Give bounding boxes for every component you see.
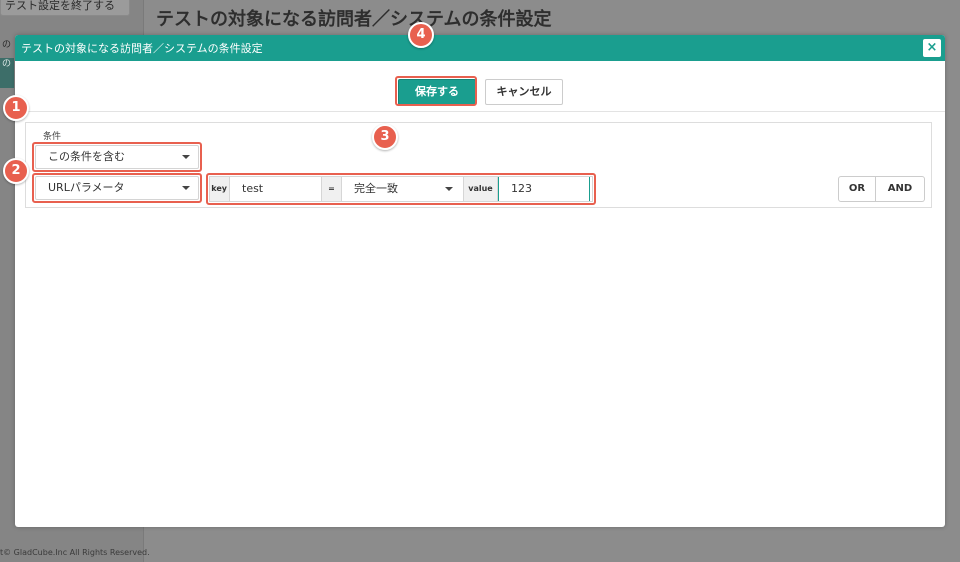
highlight-box-4 xyxy=(395,76,477,106)
condition-section-label: 条件 xyxy=(43,132,62,142)
page-title: テストの対象になる訪問者／システムの条件設定 xyxy=(156,9,552,30)
annotation-marker-1: 1 xyxy=(3,95,29,121)
annotation-marker-4: 4 xyxy=(408,22,434,48)
close-icon[interactable]: × xyxy=(923,39,941,57)
modal-title: テストの対象になる訪問者／システムの条件設定 xyxy=(21,42,263,55)
and-button[interactable]: AND xyxy=(876,176,925,202)
or-button[interactable]: OR xyxy=(838,176,876,202)
sidebar-active-item[interactable]: の xyxy=(0,58,14,88)
highlight-box-1 xyxy=(32,142,202,172)
annotation-marker-3: 3 xyxy=(372,124,398,150)
copyright-text: t© GladCube.Inc All Rights Reserved. xyxy=(0,548,150,557)
highlight-box-2 xyxy=(32,173,202,203)
modal-header: テストの対象になる訪問者／システムの条件設定 × xyxy=(15,35,945,61)
condition-settings-modal: テストの対象になる訪問者／システムの条件設定 × 保存する キャンセル 条件 こ… xyxy=(15,35,945,527)
cancel-button[interactable]: キャンセル xyxy=(485,79,563,105)
highlight-box-3 xyxy=(206,173,596,205)
end-test-button[interactable]: テスト設定を終了する xyxy=(0,0,130,16)
annotation-marker-2: 2 xyxy=(3,158,29,184)
modal-actions: 保存する キャンセル xyxy=(15,61,945,112)
sidebar-fragment: の xyxy=(2,40,12,50)
